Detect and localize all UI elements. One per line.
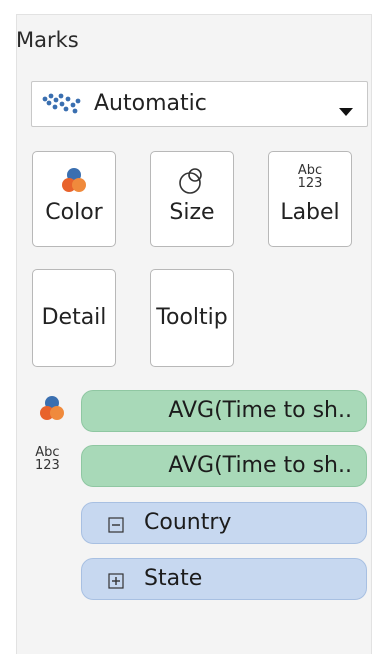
color-card[interactable]: Color <box>32 151 116 247</box>
color-icon <box>33 166 115 200</box>
label-encoding-icon: Abc 123 <box>35 446 60 472</box>
tooltip-card-label: Tooltip <box>156 305 228 330</box>
size-card[interactable]: Size <box>150 151 234 247</box>
label-encoding-line2: 123 <box>35 458 60 473</box>
detail-card-label: Detail <box>41 305 107 330</box>
measure-pill-label[interactable]: AVG(Time to sh.. <box>81 445 367 487</box>
pill-text: AVG(Time to sh.. <box>168 453 352 478</box>
tooltip-card[interactable]: Tooltip <box>150 269 234 367</box>
label-card[interactable]: Abc 123 Label <box>268 151 352 247</box>
mark-type-value: Automatic <box>94 91 207 116</box>
mark-type-dropdown[interactable]: Automatic <box>31 81 368 127</box>
chevron-down-icon <box>339 101 353 120</box>
collapse-icon[interactable] <box>108 514 124 539</box>
dimension-pill-country[interactable]: Country <box>81 502 367 544</box>
dimension-pill-state[interactable]: State <box>81 558 367 600</box>
panel-title: Marks <box>16 28 79 52</box>
size-icon <box>151 166 233 200</box>
pill-text: AVG(Time to sh.. <box>168 398 352 423</box>
label-icon: Abc 123 <box>269 164 351 190</box>
detail-card[interactable]: Detail <box>32 269 116 367</box>
expand-icon[interactable] <box>108 570 124 595</box>
measure-pill-color[interactable]: AVG(Time to sh.. <box>81 390 367 432</box>
pill-text: State <box>144 566 203 591</box>
color-card-label: Color <box>45 200 103 225</box>
label-card-label: Label <box>280 200 340 225</box>
pill-text: Country <box>144 510 232 535</box>
label-icon-line2: 123 <box>297 176 323 191</box>
color-encoding-icon <box>37 394 67 428</box>
size-card-label: Size <box>169 200 215 225</box>
automatic-mark-icon <box>42 93 84 119</box>
